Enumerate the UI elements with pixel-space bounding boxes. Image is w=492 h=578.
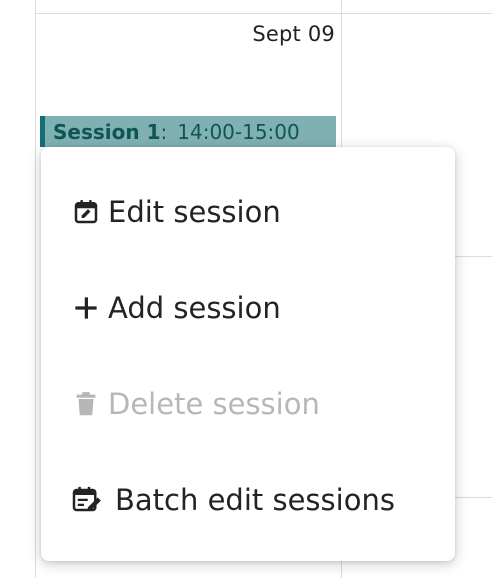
menu-item-label: Delete session: [108, 387, 320, 421]
menu-item-label: Add session: [108, 291, 281, 325]
grid-line: [35, 0, 36, 578]
menu-item-edit-session[interactable]: Edit session: [41, 164, 455, 260]
session-separator: :: [160, 119, 168, 144]
trash-icon: [71, 389, 101, 419]
calendar-session-event[interactable]: Session 1 : 14:00-15:00: [40, 116, 336, 147]
plus-icon: [71, 293, 101, 323]
session-context-menu: Edit session Add session Delete session: [41, 147, 455, 561]
menu-item-delete-session[interactable]: Delete session: [41, 356, 455, 452]
calendar-date-label: Sept 09: [252, 22, 335, 46]
grid-line: [455, 256, 492, 257]
session-name: Session 1: [53, 119, 161, 144]
grid-line: [35, 13, 492, 14]
session-time: 14:00-15:00: [177, 119, 300, 144]
grid-line: [455, 497, 492, 498]
menu-item-add-session[interactable]: Add session: [41, 260, 455, 356]
menu-item-label: Batch edit sessions: [115, 483, 395, 517]
menu-item-label: Edit session: [108, 195, 281, 229]
calendar-edit-icon: [71, 197, 101, 227]
menu-item-batch-edit-sessions[interactable]: Batch edit sessions: [41, 452, 455, 548]
batch-edit-icon: [71, 485, 107, 515]
